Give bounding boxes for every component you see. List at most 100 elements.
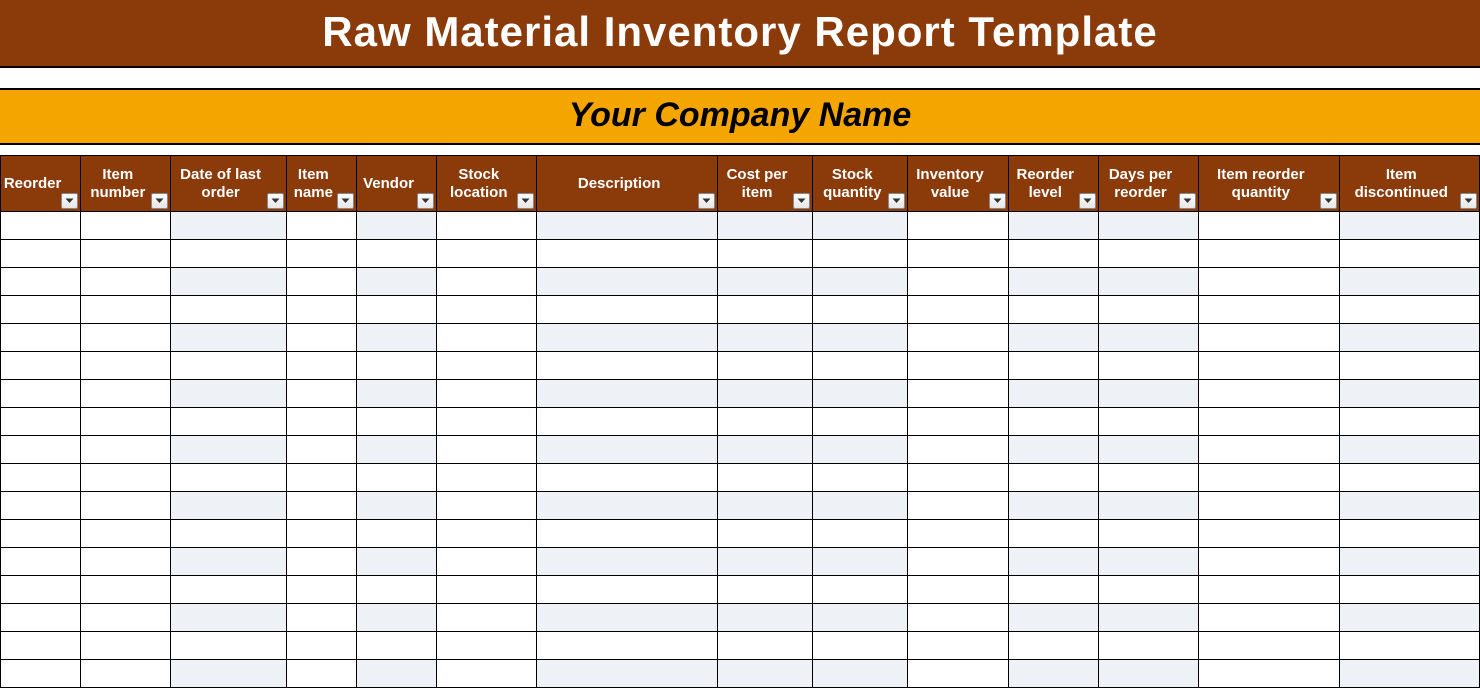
table-cell[interactable]	[286, 660, 356, 688]
table-cell[interactable]	[171, 464, 286, 492]
table-cell[interactable]	[717, 436, 812, 464]
table-cell[interactable]	[286, 268, 356, 296]
table-cell[interactable]	[1098, 268, 1198, 296]
table-cell[interactable]	[81, 520, 171, 548]
table-cell[interactable]	[1, 464, 81, 492]
table-cell[interactable]	[1098, 520, 1198, 548]
table-cell[interactable]	[1339, 632, 1479, 660]
table-cell[interactable]	[717, 212, 812, 240]
table-cell[interactable]	[171, 492, 286, 520]
filter-dropdown-button[interactable]	[151, 193, 168, 209]
table-cell[interactable]	[537, 240, 717, 268]
table-cell[interactable]	[908, 408, 1008, 436]
table-cell[interactable]	[1008, 212, 1098, 240]
table-cell[interactable]	[1, 492, 81, 520]
table-cell[interactable]	[437, 380, 537, 408]
table-cell[interactable]	[717, 408, 812, 436]
table-cell[interactable]	[1008, 520, 1098, 548]
table-cell[interactable]	[537, 324, 717, 352]
table-cell[interactable]	[717, 352, 812, 380]
table-cell[interactable]	[813, 408, 908, 436]
table-cell[interactable]	[286, 632, 356, 660]
table-cell[interactable]	[81, 324, 171, 352]
table-cell[interactable]	[813, 324, 908, 352]
table-cell[interactable]	[171, 296, 286, 324]
table-cell[interactable]	[1339, 576, 1479, 604]
table-cell[interactable]	[537, 380, 717, 408]
table-cell[interactable]	[437, 576, 537, 604]
table-cell[interactable]	[1339, 212, 1479, 240]
table-cell[interactable]	[1008, 380, 1098, 408]
table-cell[interactable]	[1098, 352, 1198, 380]
table-cell[interactable]	[1199, 660, 1339, 688]
table-cell[interactable]	[1339, 268, 1479, 296]
table-cell[interactable]	[537, 352, 717, 380]
table-cell[interactable]	[81, 632, 171, 660]
table-cell[interactable]	[1199, 632, 1339, 660]
table-cell[interactable]	[717, 548, 812, 576]
table-cell[interactable]	[1, 268, 81, 296]
table-cell[interactable]	[813, 548, 908, 576]
filter-dropdown-button[interactable]	[1179, 193, 1196, 209]
table-cell[interactable]	[356, 212, 436, 240]
table-cell[interactable]	[1, 604, 81, 632]
table-cell[interactable]	[1098, 380, 1198, 408]
table-cell[interactable]	[1199, 464, 1339, 492]
table-cell[interactable]	[1098, 576, 1198, 604]
table-cell[interactable]	[437, 632, 537, 660]
table-cell[interactable]	[356, 436, 436, 464]
table-cell[interactable]	[286, 352, 356, 380]
table-cell[interactable]	[908, 548, 1008, 576]
table-cell[interactable]	[286, 492, 356, 520]
filter-dropdown-button[interactable]	[1079, 193, 1096, 209]
table-cell[interactable]	[437, 660, 537, 688]
filter-dropdown-button[interactable]	[888, 193, 905, 209]
table-cell[interactable]	[537, 464, 717, 492]
table-cell[interactable]	[286, 240, 356, 268]
table-cell[interactable]	[356, 324, 436, 352]
table-cell[interactable]	[813, 576, 908, 604]
table-cell[interactable]	[1098, 240, 1198, 268]
table-cell[interactable]	[171, 436, 286, 464]
table-cell[interactable]	[1199, 520, 1339, 548]
table-cell[interactable]	[1, 632, 81, 660]
table-cell[interactable]	[1008, 548, 1098, 576]
table-cell[interactable]	[356, 464, 436, 492]
table-cell[interactable]	[81, 464, 171, 492]
table-cell[interactable]	[286, 324, 356, 352]
table-cell[interactable]	[356, 660, 436, 688]
table-cell[interactable]	[286, 380, 356, 408]
table-cell[interactable]	[356, 380, 436, 408]
table-cell[interactable]	[356, 352, 436, 380]
table-cell[interactable]	[1098, 436, 1198, 464]
table-cell[interactable]	[1, 408, 81, 436]
table-cell[interactable]	[437, 268, 537, 296]
table-cell[interactable]	[813, 660, 908, 688]
table-cell[interactable]	[1098, 492, 1198, 520]
table-cell[interactable]	[356, 240, 436, 268]
table-cell[interactable]	[437, 212, 537, 240]
table-cell[interactable]	[437, 548, 537, 576]
table-cell[interactable]	[1339, 324, 1479, 352]
table-cell[interactable]	[813, 604, 908, 632]
table-cell[interactable]	[171, 352, 286, 380]
table-cell[interactable]	[537, 520, 717, 548]
table-cell[interactable]	[1339, 660, 1479, 688]
table-cell[interactable]	[286, 408, 356, 436]
table-cell[interactable]	[1008, 436, 1098, 464]
table-cell[interactable]	[1199, 408, 1339, 436]
table-cell[interactable]	[81, 576, 171, 604]
table-cell[interactable]	[81, 660, 171, 688]
table-cell[interactable]	[717, 324, 812, 352]
table-cell[interactable]	[1098, 408, 1198, 436]
table-cell[interactable]	[908, 324, 1008, 352]
table-cell[interactable]	[171, 324, 286, 352]
table-cell[interactable]	[1339, 240, 1479, 268]
table-cell[interactable]	[171, 408, 286, 436]
table-cell[interactable]	[717, 464, 812, 492]
table-cell[interactable]	[1, 240, 81, 268]
table-cell[interactable]	[81, 296, 171, 324]
table-cell[interactable]	[717, 632, 812, 660]
table-cell[interactable]	[717, 576, 812, 604]
table-cell[interactable]	[1, 548, 81, 576]
